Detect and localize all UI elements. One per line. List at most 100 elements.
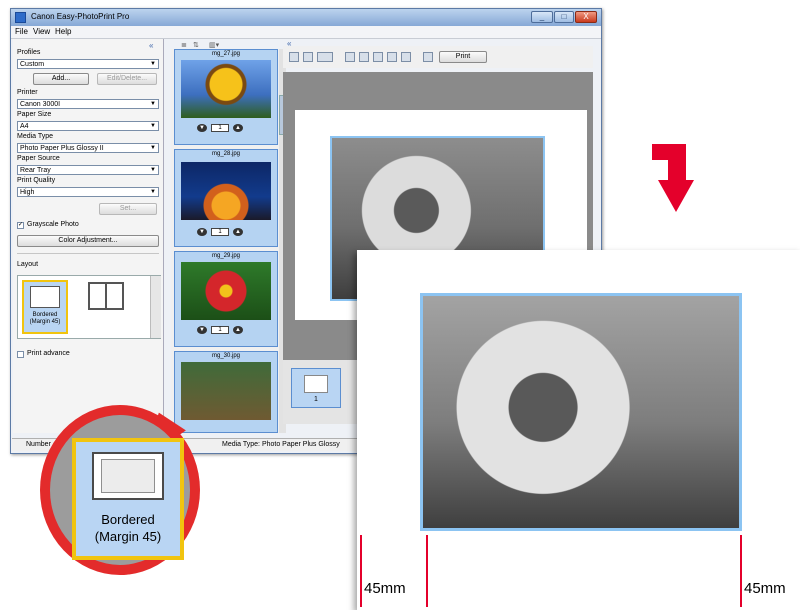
page-number: 1 xyxy=(314,396,318,403)
zoom-in-icon[interactable] xyxy=(345,52,355,62)
add-profile-button[interactable]: Add... xyxy=(33,73,89,85)
layout-option-split[interactable] xyxy=(88,282,124,310)
down-arrow-icon xyxy=(652,144,694,212)
set-quality-button[interactable]: Set... xyxy=(99,203,157,215)
chevron-down-icon: ▼ xyxy=(150,167,156,173)
close-button[interactable]: X xyxy=(575,11,597,23)
decrease-copies-button[interactable]: ▼ xyxy=(197,326,207,334)
app-icon xyxy=(15,12,26,23)
layout-list: Bordered (Margin 45) xyxy=(17,275,161,339)
maximize-button[interactable]: □ xyxy=(554,11,574,23)
printer-label: Printer xyxy=(17,89,38,96)
rotate-right-icon[interactable] xyxy=(303,52,313,62)
print-advance-checkbox[interactable] xyxy=(17,351,24,358)
decrease-copies-button[interactable]: ▼ xyxy=(197,124,207,132)
sunflower-photo xyxy=(181,60,271,118)
layout-option-bordered[interactable]: Bordered (Margin 45) xyxy=(22,280,68,334)
red-flower-photo xyxy=(181,262,271,320)
print-settings-icon[interactable] xyxy=(423,52,433,62)
media-type-label: Media Type xyxy=(17,133,54,140)
paper-source-select[interactable]: Rear Tray ▼ xyxy=(17,165,159,175)
left-margin-marker xyxy=(426,535,428,607)
copies-value[interactable]: 1 xyxy=(211,124,229,132)
printer-select[interactable]: Canon 3000I ▼ xyxy=(17,99,159,109)
print-quality-label: Print Quality xyxy=(17,177,56,184)
printer-value: Canon 3000I xyxy=(20,101,61,108)
chevron-down-icon: ▼ xyxy=(150,189,156,195)
status-media-type: Media Type: Photo Paper Plus Glossy xyxy=(222,441,340,448)
copies-counter: ▼ 1 ▲ xyxy=(197,326,257,336)
edit-delete-button[interactable]: Edit/Delete... xyxy=(97,73,157,85)
zoom-label-line1: Bordered xyxy=(101,512,155,527)
paper-size-value: A4 xyxy=(20,123,29,130)
paper-size-select[interactable]: A4 ▼ xyxy=(17,121,159,131)
layout-bordered-icon xyxy=(30,286,60,308)
butterfly-photo xyxy=(181,362,271,420)
thumbnail-name: mg_29.jpg xyxy=(211,253,241,259)
print-advance-label: Print advance xyxy=(27,350,70,357)
crop-icon[interactable] xyxy=(387,52,397,62)
media-type-value: Photo Paper Plus Glossy II xyxy=(20,145,104,152)
profiles-select[interactable]: Custom ▼ xyxy=(17,59,159,69)
split-divider xyxy=(105,284,107,308)
paper-source-value: Rear Tray xyxy=(20,167,51,174)
thumbnail-card[interactable]: mg_28.jpg ▼ 1 ▲ xyxy=(174,149,278,247)
window-title: Canon Easy-PhotoPrint Pro xyxy=(31,12,130,21)
thumbnail-card[interactable]: mg_30.jpg xyxy=(174,351,278,433)
night-temple-photo xyxy=(181,162,271,220)
menu-help[interactable]: Help xyxy=(55,27,71,36)
title-bar: Canon Easy-PhotoPrint Pro _ □ X xyxy=(11,9,601,26)
print-button[interactable]: Print xyxy=(439,51,487,63)
chevron-down-icon: ▼ xyxy=(150,101,156,107)
grayscale-label: Grayscale Photo xyxy=(27,221,79,228)
copies-value[interactable]: 1 xyxy=(211,228,229,236)
profiles-label: Profiles xyxy=(17,49,41,56)
thumbnail-name: mg_30.jpg xyxy=(211,353,241,359)
sort-icon[interactable]: ⇅ xyxy=(193,41,199,49)
thumbnail-card[interactable]: mg_27.jpg ▼ 1 ▲ xyxy=(174,49,278,145)
thumbs-header: ≣ ⇅ ▥▾ xyxy=(171,39,286,49)
layout-label: Layout xyxy=(17,261,39,268)
chevron-down-icon: ▼ xyxy=(150,123,156,129)
grayscale-checkbox[interactable]: ✓ xyxy=(17,222,24,229)
color-adjustment-button[interactable]: Color Adjustment... xyxy=(17,235,159,247)
zoom-label-line2: (Margin 45) xyxy=(94,529,162,544)
right-margin-marker xyxy=(740,535,742,607)
zoomed-layout-image xyxy=(101,459,155,493)
preview-toolbar: Print xyxy=(283,46,593,68)
settings-panel: « Profiles Custom ▼ Add... Edit/Delete...… xyxy=(13,39,164,433)
increase-copies-button[interactable]: ▲ xyxy=(233,228,243,236)
fit-page-icon[interactable] xyxy=(373,52,383,62)
menu-file[interactable]: File xyxy=(15,27,28,36)
copies-value[interactable]: 1 xyxy=(211,326,229,334)
page-thumb[interactable]: 1 xyxy=(291,368,341,408)
trim-icon[interactable] xyxy=(401,52,411,62)
print-quality-select[interactable]: High ▼ xyxy=(17,187,159,197)
copies-counter: ▼ 1 ▲ xyxy=(197,228,257,238)
left-margin-label: 45mm xyxy=(364,580,406,597)
view-menu-icon[interactable]: ▥▾ xyxy=(209,41,219,49)
layout-option-label: Bordered (Margin 45) xyxy=(29,312,61,325)
list-view-icon[interactable]: ≣ xyxy=(181,41,187,49)
rotate-left-icon[interactable] xyxy=(289,52,299,62)
thumbnail-name: mg_28.jpg xyxy=(211,151,241,157)
layout-scrollbar[interactable] xyxy=(150,276,161,338)
paper-size-label: Paper Size xyxy=(17,111,52,118)
print-quality-value: High xyxy=(20,189,35,196)
profiles-value: Custom xyxy=(20,61,45,68)
menu-bar: File View Help xyxy=(11,26,601,39)
layout-menu-icon[interactable] xyxy=(317,52,333,62)
minimize-button[interactable]: _ xyxy=(531,11,553,23)
decrease-copies-button[interactable]: ▼ xyxy=(197,228,207,236)
increase-copies-button[interactable]: ▲ xyxy=(233,124,243,132)
increase-copies-button[interactable]: ▲ xyxy=(233,326,243,334)
paper-source-label: Paper Source xyxy=(17,155,60,162)
zoom-out-icon[interactable] xyxy=(359,52,369,62)
chevron-down-icon: ▼ xyxy=(150,145,156,151)
collapse-panel-icon[interactable]: « xyxy=(149,41,153,50)
media-type-select[interactable]: Photo Paper Plus Glossy II ▼ xyxy=(17,143,159,153)
thumbnail-card[interactable]: mg_29.jpg ▼ 1 ▲ xyxy=(174,251,278,347)
status-left: Number xyxy=(26,441,51,448)
menu-view[interactable]: View xyxy=(33,27,50,36)
divider xyxy=(17,253,159,254)
